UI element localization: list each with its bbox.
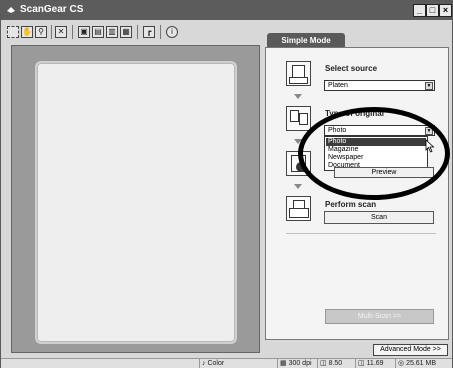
hand-tool-icon[interactable]: ✋ [21,26,33,38]
crop-tool-1-icon[interactable]: ▣ [78,26,90,38]
disk-icon: ◎ [398,360,407,367]
resolution-status: ▦ 300 dpi [277,359,317,368]
source-select[interactable]: Platen ▼ [324,80,435,91]
preview-platen [35,61,237,344]
preview-area[interactable] [11,45,260,353]
title-bar: ScanGear CS _ □ × [1,1,452,20]
divider [286,233,436,234]
info-icon[interactable]: i [166,26,178,38]
platen-source-icon [286,61,311,86]
step-arrow-icon [294,94,302,99]
original-type-select[interactable]: Photo ▼ [324,125,435,136]
marquee-tool-icon[interactable] [7,26,19,38]
crop-tool-4-icon[interactable]: ▦ [120,26,132,38]
chevron-down-icon[interactable]: ▼ [425,82,433,90]
original-type-icon [286,106,311,131]
fit-tool-icon[interactable]: ✕ [55,26,67,38]
chevron-down-icon[interactable]: ▼ [425,127,433,135]
color-mode-status: ♪ Color [199,359,277,368]
option-photo[interactable]: Photo [326,138,426,146]
tab-simple-mode[interactable]: Simple Mode [267,33,345,48]
width-icon: ◫ [320,360,329,367]
height-icon: ◫ [358,360,367,367]
close-button[interactable]: × [439,4,452,17]
step-arrow-icon [294,139,302,144]
select-source-label: Select source [325,64,378,73]
original-type-dropdown-list[interactable]: Photo Magazine Newspaper Document [324,136,428,171]
width-status: ◫ 8.50 [317,359,355,368]
scangear-window: ScanGear CS _ □ × ✋ ⚲ ✕ ▣ ▤ ▥ ▦ ┏ i Simp… [0,0,453,368]
multi-scan-button[interactable]: Multi-Scan >> [325,309,434,324]
grid-icon: ▦ [280,360,289,367]
original-type-value: Photo [328,127,347,134]
rotate-tool-icon[interactable]: ┏ [143,26,155,38]
step-arrow-icon [294,184,302,189]
crop-tool-2-icon[interactable]: ▤ [92,26,104,38]
file-size-status: ◎ 25.61 MB [395,359,452,368]
advanced-mode-button[interactable]: Advanced Mode >> [373,344,448,356]
maximize-button[interactable]: □ [426,4,439,17]
perform-scan-label: Perform scan [325,200,377,209]
crop-tool-3-icon[interactable]: ▥ [106,26,118,38]
zoom-tool-icon[interactable]: ⚲ [35,26,47,38]
scanner-app-icon [7,7,15,13]
scan-step-icon [286,196,311,221]
mouse-cursor-icon [425,139,435,153]
status-bar: ♪ Color ▦ 300 dpi ◫ 8.50 ◫ 11.69 ◎ 25.61… [1,358,452,368]
preview-step-icon [286,151,311,176]
scan-button[interactable]: Scan [324,211,434,224]
type-of-original-label: Type of original [325,109,384,118]
minimize-button[interactable]: _ [413,4,426,17]
preview-button[interactable]: Preview [334,167,434,178]
option-newspaper[interactable]: Newspaper [326,154,426,162]
height-status: ◫ 11.69 [355,359,395,368]
window-title: ScanGear CS [20,4,84,15]
option-magazine[interactable]: Magazine [326,146,426,154]
toolbar: ✋ ⚲ ✕ ▣ ▤ ▥ ▦ ┏ i [1,21,263,43]
source-select-value: Platen [328,82,348,89]
